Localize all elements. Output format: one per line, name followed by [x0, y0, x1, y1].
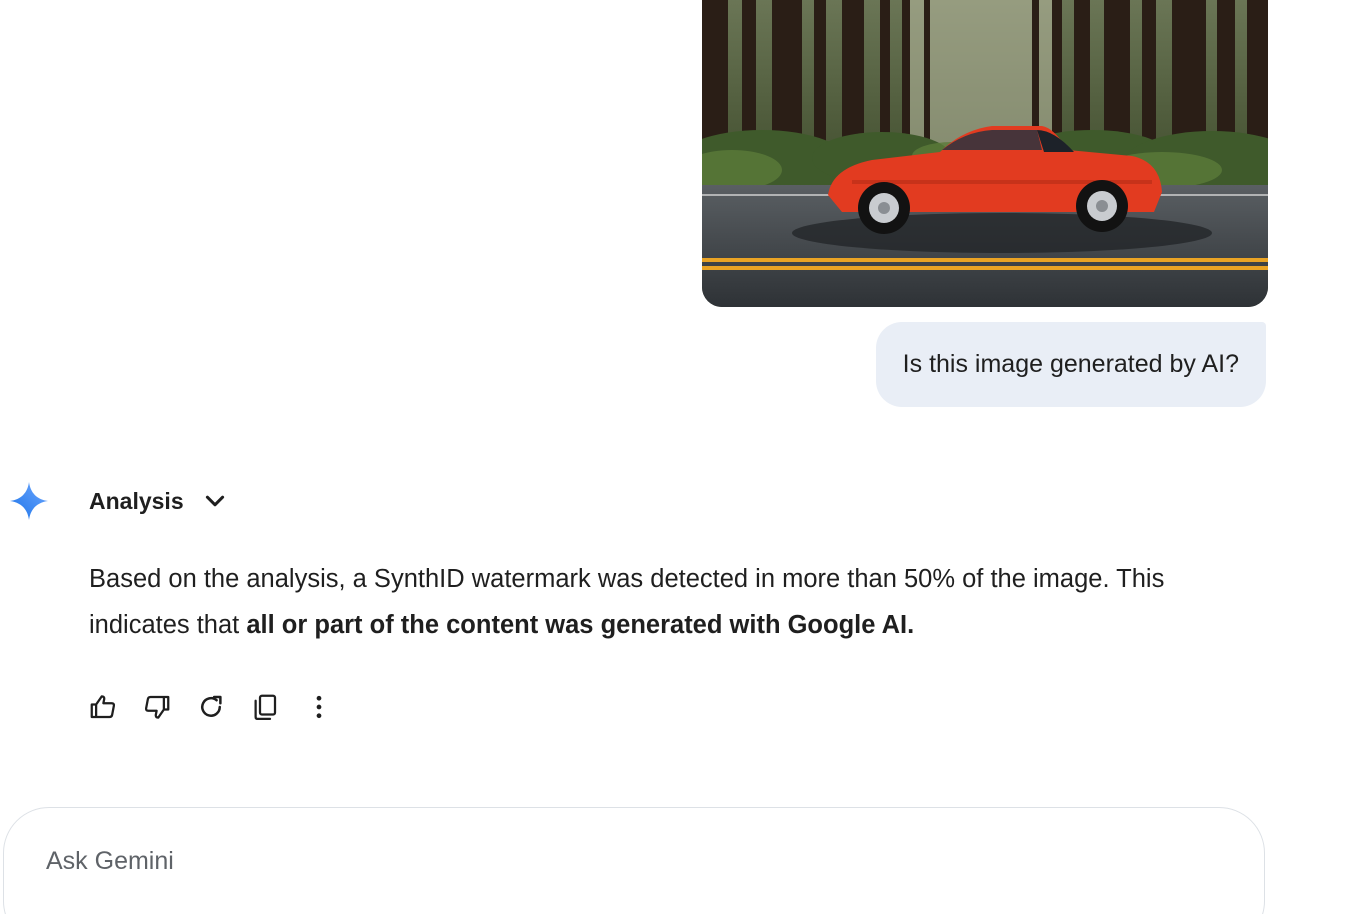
thumbs-down-icon	[144, 695, 170, 719]
gemini-sparkle-icon	[10, 482, 48, 520]
response-text-bold: all or part of the content was generated…	[246, 611, 915, 639]
thumbs-up-icon	[90, 695, 116, 719]
regenerate-icon	[201, 695, 222, 717]
car-photo	[702, 0, 1268, 307]
chat-page: Is this image generated by AI? Analysis …	[0, 0, 1346, 914]
user-message-text: Is this image generated by AI?	[902, 350, 1239, 378]
response-actions	[88, 690, 334, 724]
response-text: Based on the analysis, a SynthID waterma…	[89, 556, 1249, 648]
regenerate-button[interactable]	[196, 690, 226, 724]
response-title: Analysis	[89, 487, 184, 514]
prompt-input-container[interactable]	[3, 807, 1265, 914]
response-header[interactable]: Analysis	[89, 483, 228, 519]
chevron-down-icon[interactable]	[202, 488, 228, 514]
user-message-bubble: Is this image generated by AI?	[875, 322, 1266, 407]
copy-button[interactable]	[250, 690, 280, 724]
thumbs-down-button[interactable]	[142, 690, 172, 724]
more-vert-icon	[316, 695, 322, 719]
prompt-input[interactable]	[44, 846, 1148, 877]
copy-icon	[254, 694, 277, 720]
thumbs-up-button[interactable]	[88, 690, 118, 724]
more-options-button[interactable]	[304, 690, 334, 724]
uploaded-image[interactable]	[702, 0, 1268, 307]
